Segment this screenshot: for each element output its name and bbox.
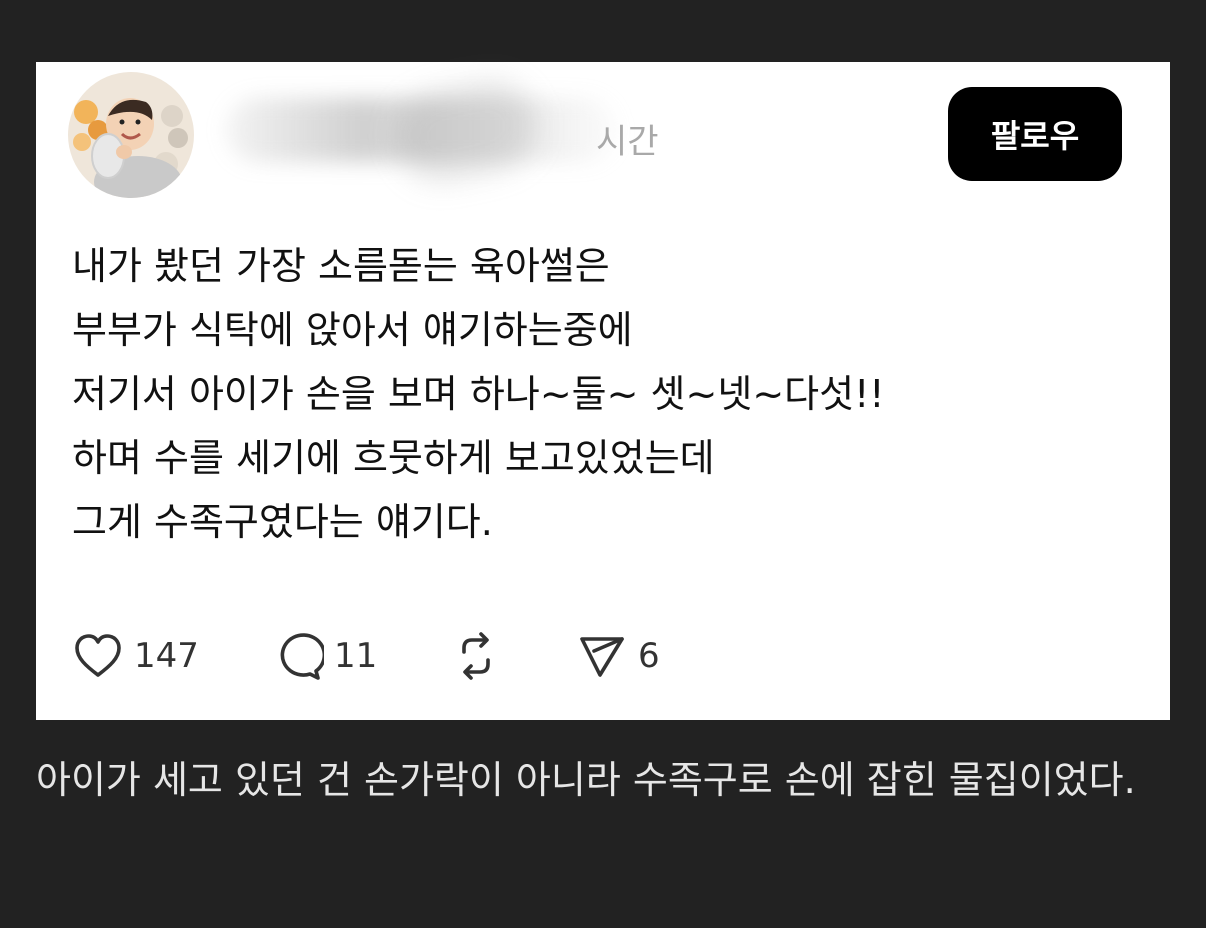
send-icon — [580, 637, 624, 677]
like-count: 147 — [134, 636, 199, 676]
post-actions: 147 11 6 — [72, 630, 660, 682]
post-text-line: 저기서 아이가 손을 보며 하나~둘~ 셋~넷~다섯!! — [72, 372, 885, 416]
reply-count: 11 — [334, 636, 378, 676]
avatar-photo — [68, 72, 194, 198]
blurred-username-overlay — [388, 72, 544, 190]
post-text-line: 내가 봤던 가장 소름돋는 육아썰은 — [72, 244, 610, 288]
share-count: 6 — [638, 636, 660, 676]
post-text-line: 부부가 식탁에 앉아서 얘기하는중에 — [72, 308, 633, 352]
post-time: 시간 — [596, 122, 659, 162]
avatar[interactable] — [68, 72, 194, 198]
share-button[interactable]: 6 — [576, 631, 660, 681]
caption-text: 아이가 세고 있던 건 손가락이 아니라 수족구로 손에 잡힌 물집이었다. — [36, 758, 1136, 802]
repost-icon — [462, 632, 490, 680]
heart-icon — [75, 634, 121, 677]
reply-button[interactable]: 11 — [272, 631, 450, 681]
repost-button[interactable] — [450, 630, 576, 682]
threads-post-card: 시간 팔로우 내가 봤던 가장 소름돋는 육아썰은 부부가 식탁에 앉아서 얘기… — [36, 62, 1170, 720]
post-text: 내가 봤던 가장 소름돋는 육아썰은 부부가 식탁에 앉아서 얘기하는중에 저기… — [72, 234, 1132, 554]
comment-icon — [280, 633, 324, 680]
like-button[interactable]: 147 — [72, 632, 272, 680]
cropped-text-fragment: · · · · · — [0, 0, 1206, 10]
post-text-line: 그게 수족구였다는 얘기다. — [72, 500, 493, 544]
follow-button[interactable]: 팔로우 — [948, 87, 1122, 181]
post-text-line: 하며 수를 세기에 흐뭇하게 보고있었는데 — [72, 436, 715, 480]
